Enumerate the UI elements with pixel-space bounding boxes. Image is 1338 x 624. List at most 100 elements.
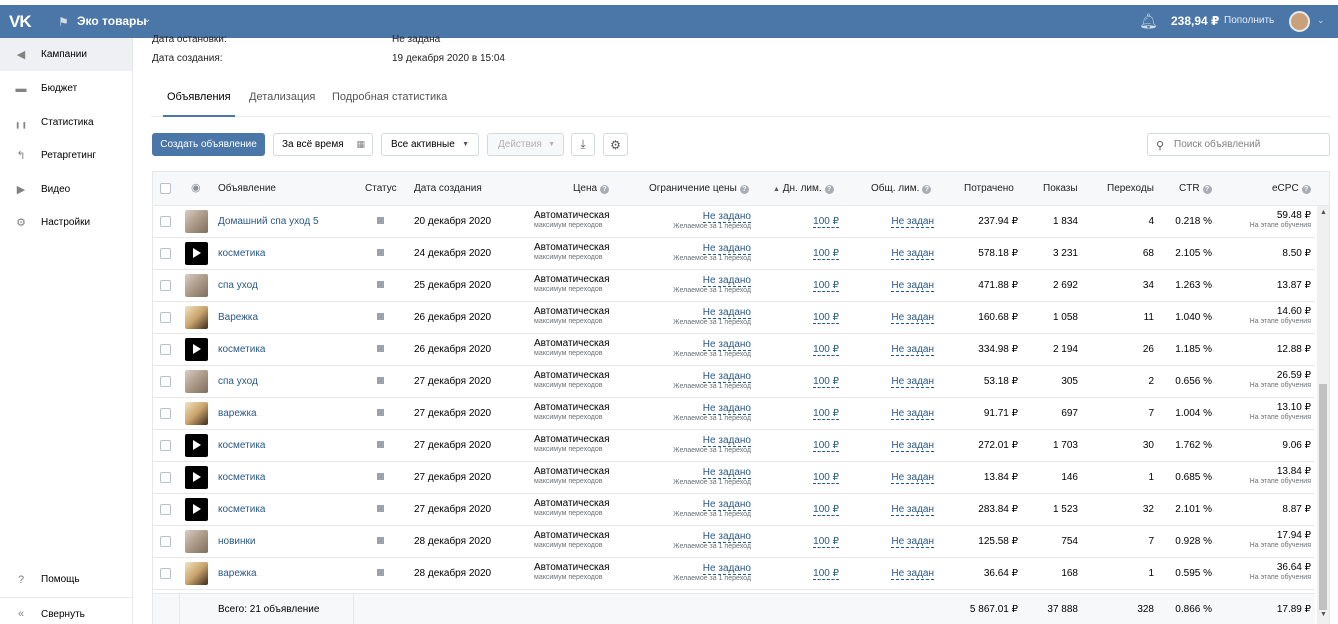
help-icon[interactable]: ? [922,185,932,194]
scrollbar-thumb[interactable] [1319,384,1327,610]
row-checkbox[interactable] [160,472,171,483]
ad-thumbnail[interactable] [185,210,208,233]
table-row[interactable]: косметика 24 декабря 2020 Автоматическая ма… [153,238,1315,270]
ad-thumbnail[interactable] [185,562,208,585]
total-limit-link[interactable]: Не задан [891,472,934,484]
daily-limit-link[interactable]: 100 ₽ [813,344,839,356]
row-checkbox[interactable] [160,248,171,259]
ad-name-link[interactable]: спа уход [218,376,258,387]
total-limit-link[interactable]: Не задан [891,280,934,292]
help-icon[interactable]: ? [1301,185,1311,194]
table-row[interactable]: спа уход 27 декабря 2020 Автоматическая мак… [153,366,1315,398]
status-indicator[interactable] [377,473,384,480]
total-limit-link[interactable]: Не задан [891,344,934,356]
vk-logo[interactable]: VK [9,12,32,32]
sidebar-collapse[interactable]: « Свернуть [0,597,132,624]
actions-select[interactable]: Действия ▼ [487,133,564,156]
daily-limit-link[interactable]: 100 ₽ [813,504,839,516]
eye-icon[interactable]: ◉ [191,181,201,194]
ad-name-link[interactable]: косметика [218,344,265,355]
account-name[interactable]: Эко товары [77,14,147,28]
row-checkbox[interactable] [160,216,171,227]
header-ecpc[interactable]: eCPC? [1272,183,1311,194]
ad-thumbnail[interactable] [185,498,208,521]
settings-button[interactable]: ⚙ [603,133,628,156]
ad-name-link[interactable]: косметика [218,504,265,515]
header-clicks[interactable]: Переходы [1107,183,1154,194]
header-created[interactable]: Дата создания [414,183,482,194]
ad-thumbnail[interactable] [185,274,208,297]
table-row[interactable]: косметика 27 декабря 2020 Автоматическая ма… [153,462,1315,494]
total-limit-link[interactable]: Не задан [891,568,934,580]
create-ad-button[interactable]: Создать объявление [152,133,265,156]
status-indicator[interactable] [377,217,384,224]
bell-icon[interactable]: 🔔︎ [1139,12,1158,30]
total-limit-link[interactable]: Не задан [891,440,934,452]
total-limit-link[interactable]: Не задан [891,312,934,324]
ad-thumbnail[interactable] [185,338,208,361]
table-row[interactable]: косметика 27 декабря 2020 Автоматическая ма… [153,494,1315,526]
help-icon[interactable]: ? [739,185,749,194]
header-spent[interactable]: Потрачено [964,183,1014,194]
avatar[interactable] [1289,11,1310,32]
ad-name-link[interactable]: Домашний спа уход 5 [218,216,319,227]
ad-thumbnail[interactable] [185,530,208,553]
total-limit-link[interactable]: Не задан [891,216,934,228]
ad-thumbnail[interactable] [185,466,208,489]
ad-thumbnail[interactable] [185,434,208,457]
table-row[interactable]: косметика 26 декабря 2020 Автоматическая ма… [153,334,1315,366]
row-checkbox[interactable] [160,440,171,451]
daily-limit-link[interactable]: 100 ₽ [813,280,839,292]
daily-limit-link[interactable]: 100 ₽ [813,312,839,324]
scroll-down-icon[interactable]: ▼ [1320,611,1327,618]
status-indicator[interactable] [377,281,384,288]
sidebar-item-campaigns[interactable]: ◀ Кампании [0,38,132,71]
search-input[interactable]: ⚲ Поиск объявлений [1147,133,1330,156]
status-indicator[interactable] [377,441,384,448]
header-total-limit[interactable]: Общ. лим.? [871,183,932,194]
status-indicator[interactable] [377,313,384,320]
daily-limit-link[interactable]: 100 ₽ [813,248,839,260]
header-price[interactable]: Цена? [573,183,610,194]
daily-limit-link[interactable]: 100 ₽ [813,472,839,484]
header-ad[interactable]: Объявление [218,183,276,194]
table-row[interactable]: варежка 28 декабря 2020 Автоматическая макс… [153,558,1315,590]
topup-link[interactable]: Пополнить [1224,15,1274,26]
header-price-limit[interactable]: Ограничение цены? [649,183,749,194]
daily-limit-link[interactable]: 100 ₽ [813,536,839,548]
sidebar-item-video[interactable]: ▶ Видео [0,173,132,206]
ad-name-link[interactable]: варежка [218,408,257,419]
ad-name-link[interactable]: косметика [218,440,265,451]
table-row[interactable]: Домашний спа уход 5 20 декабря 2020 Автома… [153,206,1315,238]
row-checkbox[interactable] [160,376,171,387]
ad-name-link[interactable]: косметика [218,248,265,259]
ad-name-link[interactable]: варежка [218,568,257,579]
row-checkbox[interactable] [160,280,171,291]
sidebar-item-budget[interactable]: ▬ Бюджет [0,72,132,105]
status-indicator[interactable] [377,377,384,384]
chevron-down-icon[interactable]: ⌄ [143,14,151,25]
ad-name-link[interactable]: косметика [218,472,265,483]
period-button[interactable]: За всё время ▦ [273,133,373,156]
help-icon[interactable]: ? [600,185,610,194]
tab-details[interactable]: Детализация [249,88,315,117]
select-all-checkbox[interactable] [160,183,171,194]
ad-thumbnail[interactable] [185,370,208,393]
daily-limit-link[interactable]: 100 ₽ [813,376,839,388]
help-icon[interactable]: ? [824,185,834,194]
sidebar-item-settings[interactable]: ⚙ Настройки [0,206,132,239]
scroll-up-icon[interactable]: ▲ [1320,209,1327,216]
table-row[interactable]: Варежка 26 декабря 2020 Автоматическая макс… [153,302,1315,334]
row-checkbox[interactable] [160,312,171,323]
row-checkbox[interactable] [160,568,171,579]
status-filter-select[interactable]: Все активные ▼ [381,133,479,156]
status-indicator[interactable] [377,345,384,352]
tab-detailed-stats[interactable]: Подробная статистика [332,88,447,117]
daily-limit-link[interactable]: 100 ₽ [813,216,839,228]
table-row[interactable]: спа уход 25 декабря 2020 Автоматическая мак… [153,270,1315,302]
daily-limit-link[interactable]: 100 ₽ [813,568,839,580]
total-limit-link[interactable]: Не задан [891,248,934,260]
tab-ads[interactable]: Объявления [163,88,235,117]
ad-thumbnail[interactable] [185,242,208,265]
total-limit-link[interactable]: Не задан [891,504,934,516]
